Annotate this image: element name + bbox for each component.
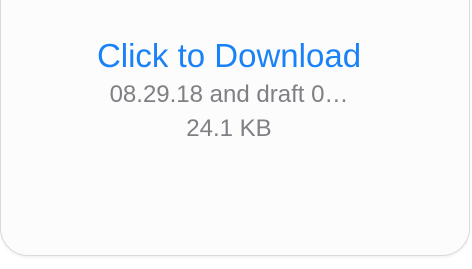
download-link[interactable]: Click to Download bbox=[0, 36, 458, 76]
file-name: 08.29.18 and draft 0… bbox=[109, 81, 349, 108]
file-size: 24.1 KB bbox=[186, 115, 272, 142]
